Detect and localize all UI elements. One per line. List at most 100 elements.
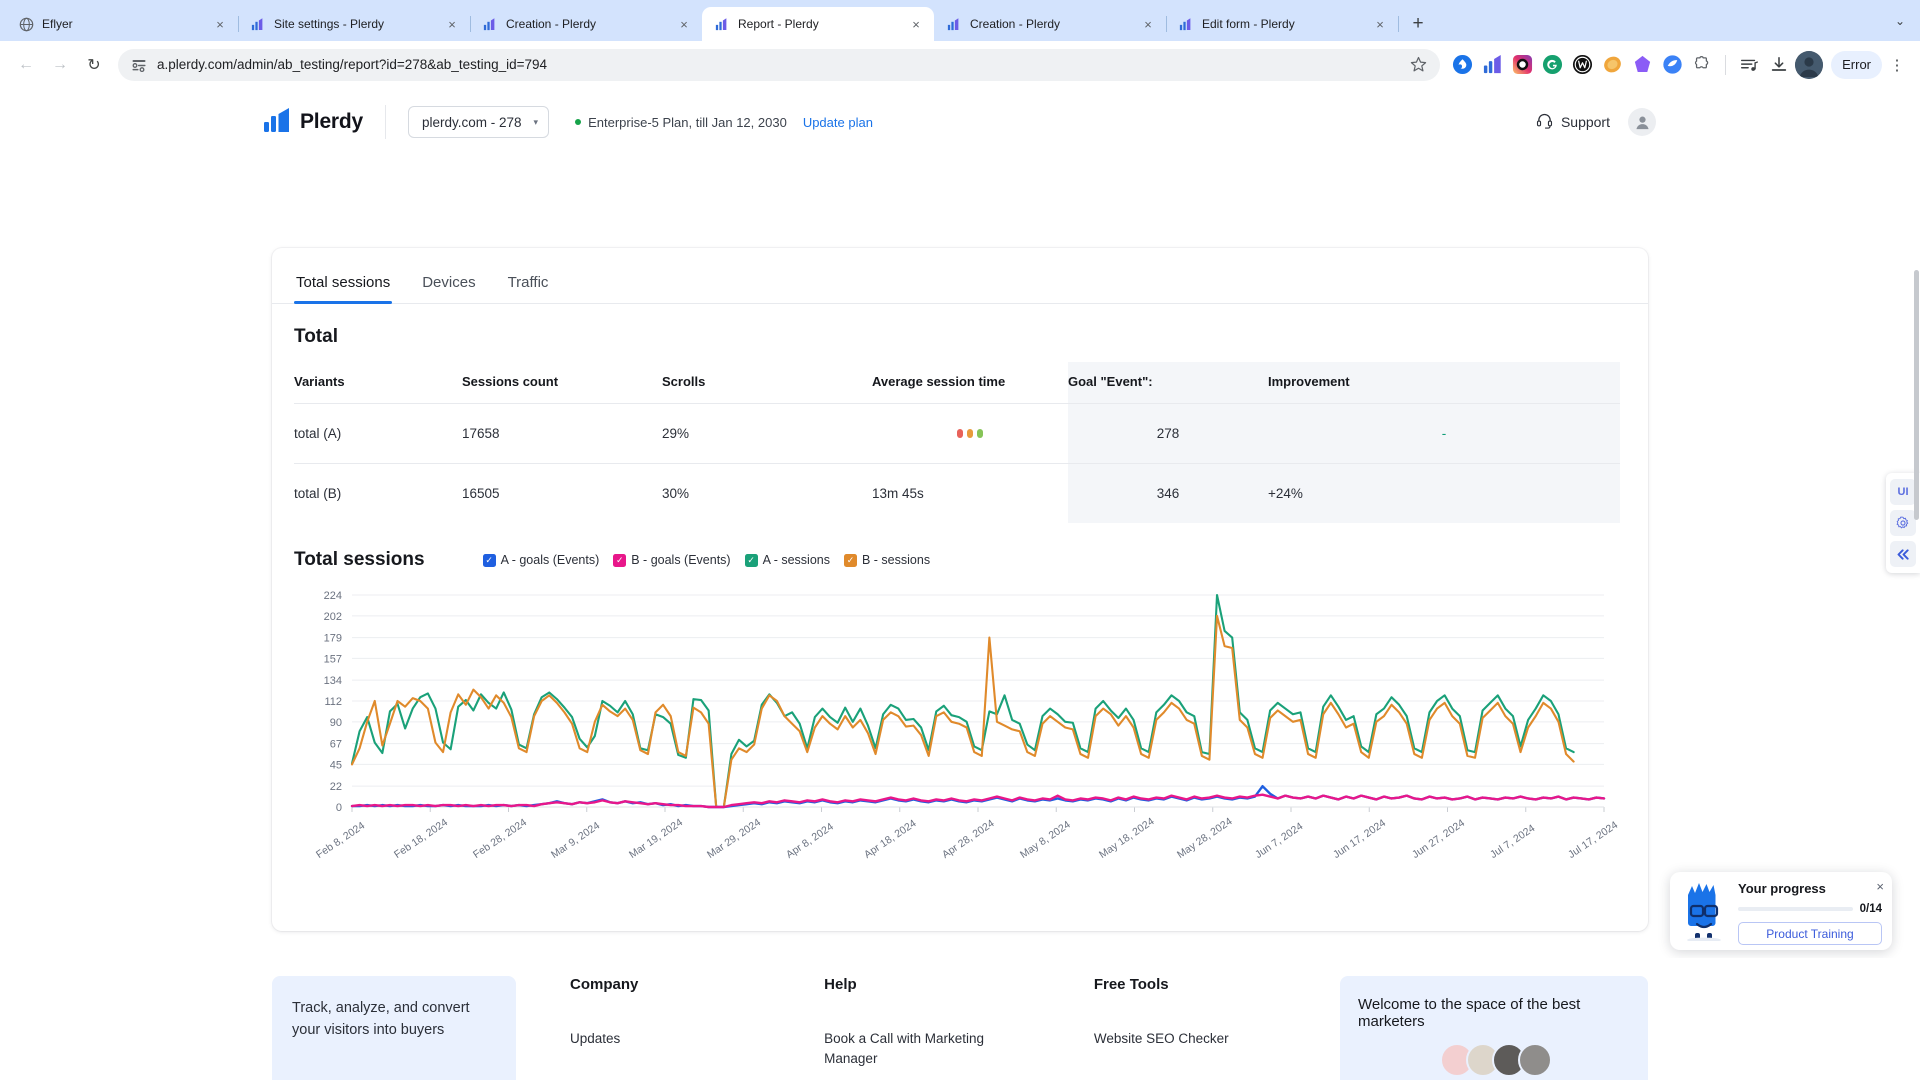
forward-button[interactable]: → bbox=[44, 49, 76, 81]
col-sessions-count: Sessions count bbox=[462, 374, 559, 389]
download-icon[interactable] bbox=[1765, 51, 1793, 79]
report-tabs: Total sessions Devices Traffic bbox=[272, 248, 1648, 304]
svg-text:112: 112 bbox=[324, 696, 342, 708]
browser-menu-icon[interactable]: ⋮ bbox=[1884, 51, 1910, 79]
browser-tab[interactable]: Creation - Plerdy × bbox=[470, 7, 703, 41]
address-bar[interactable]: a.plerdy.com/admin/ab_testing/report?id=… bbox=[118, 48, 1441, 81]
camera-extension-icon[interactable] bbox=[1508, 51, 1536, 79]
plerdy-icon bbox=[250, 16, 266, 32]
footer-link[interactable]: Website SEO Checker bbox=[1094, 1029, 1294, 1049]
totals-table: Variants Sessions count Scrolls Average … bbox=[294, 362, 1620, 523]
legend-item-b-sessions[interactable]: ✓ B - sessions bbox=[843, 553, 931, 567]
cell-improvement: +24% bbox=[1268, 463, 1620, 523]
w-extension-icon[interactable] bbox=[1568, 51, 1596, 79]
browser-tab[interactable]: Site settings - Plerdy × bbox=[238, 7, 471, 41]
tab-close-icon[interactable]: × bbox=[444, 16, 460, 32]
reload-button[interactable]: ↻ bbox=[78, 49, 110, 81]
loading-dots-icon bbox=[957, 429, 983, 438]
support-button[interactable]: Support bbox=[1536, 112, 1610, 132]
error-button[interactable]: Error bbox=[1831, 50, 1882, 79]
back-button[interactable]: ← bbox=[10, 49, 42, 81]
site-info-icon[interactable] bbox=[130, 56, 147, 73]
tab-close-icon[interactable]: × bbox=[908, 16, 924, 32]
user-avatar-icon[interactable] bbox=[1628, 108, 1656, 136]
plerdy-extension-icon[interactable] bbox=[1478, 51, 1506, 79]
purple-extension-icon[interactable] bbox=[1628, 51, 1656, 79]
scrollbar-thumb[interactable] bbox=[1914, 270, 1919, 520]
teal-extension-icon[interactable] bbox=[1658, 51, 1686, 79]
support-label: Support bbox=[1560, 114, 1610, 130]
browser-tab-active[interactable]: Report - Plerdy × bbox=[702, 7, 934, 41]
new-tab-button[interactable]: + bbox=[1404, 10, 1432, 38]
header-divider bbox=[385, 105, 386, 139]
svg-text:22: 22 bbox=[330, 781, 342, 793]
legend-label: B - sessions bbox=[861, 553, 931, 567]
footer-column-help: Help Book a Call with Marketing Manager bbox=[824, 976, 1040, 1080]
plerdy-icon bbox=[482, 16, 498, 32]
tab-title: Eflyer bbox=[42, 17, 73, 31]
cell-improvement: - bbox=[1268, 403, 1620, 464]
legend-item-b-goals[interactable]: ✓ B - goals (Events) bbox=[613, 553, 731, 567]
progress-widget: Your progress × 0/14 Product Training bbox=[1670, 872, 1892, 950]
legend-checkbox[interactable]: ✓ bbox=[613, 553, 627, 567]
cell-scrolls: 30% bbox=[662, 463, 872, 523]
lemon-extension-icon[interactable] bbox=[1598, 51, 1626, 79]
footer-link[interactable]: Updates bbox=[570, 1029, 770, 1049]
svg-text:202: 202 bbox=[324, 611, 342, 623]
legend-checkbox[interactable]: ✓ bbox=[744, 553, 758, 567]
tab-devices[interactable]: Devices bbox=[420, 274, 477, 303]
cell-goal-event: 346 bbox=[1068, 463, 1268, 523]
tab-close-icon[interactable]: × bbox=[676, 16, 692, 32]
plerdy-icon bbox=[946, 16, 962, 32]
svg-text:224: 224 bbox=[324, 590, 342, 602]
tab-strip: Eflyer × Site settings - Plerdy × Creati… bbox=[0, 0, 1920, 41]
legend-item-a-goals[interactable]: ✓ A - goals (Events) bbox=[482, 553, 599, 567]
browser-tab[interactable]: Edit form - Plerdy × bbox=[1166, 7, 1399, 41]
page-footer: Track, analyze, and convert your visitor… bbox=[0, 958, 1920, 1080]
footer-link[interactable]: Book a Call with Marketing Manager bbox=[824, 1029, 1040, 1068]
chevron-down-icon[interactable]: ⌄ bbox=[1886, 7, 1914, 35]
plerdy-logo-icon bbox=[264, 107, 292, 137]
page-scrollbar[interactable] bbox=[1913, 88, 1920, 1080]
tab-title: Site settings - Plerdy bbox=[274, 17, 385, 31]
plerdy-mascot-icon bbox=[1678, 881, 1730, 941]
page-content: Plerdy plerdy.com - 278 ▾ Enterprise-5 P… bbox=[0, 88, 1920, 1080]
grammarly-extension-icon[interactable] bbox=[1538, 51, 1566, 79]
profile-avatar[interactable] bbox=[1795, 50, 1824, 79]
tab-close-icon[interactable]: × bbox=[1140, 16, 1156, 32]
footer-marketers: Welcome to the space of the best markete… bbox=[1339, 976, 1649, 1080]
col-improvement: Improvement bbox=[1268, 362, 1620, 404]
tab-close-icon[interactable]: × bbox=[212, 16, 228, 32]
star-icon[interactable] bbox=[1408, 55, 1428, 75]
browser-tab[interactable]: Eflyer × bbox=[6, 7, 239, 41]
site-selector[interactable]: plerdy.com - 278 ▾ bbox=[408, 106, 550, 138]
drop-extension-icon[interactable] bbox=[1448, 51, 1476, 79]
cell-scrolls: 29% bbox=[662, 403, 872, 464]
legend-item-a-sessions[interactable]: ✓ A - sessions bbox=[744, 553, 830, 567]
legend-checkbox[interactable]: ✓ bbox=[843, 553, 857, 567]
plan-text: Enterprise-5 Plan, till Jan 12, 2030 bbox=[588, 114, 787, 130]
cell-variant: total (B) bbox=[294, 463, 462, 523]
reading-list-icon[interactable] bbox=[1735, 51, 1763, 79]
tab-close-icon[interactable]: × bbox=[1372, 16, 1388, 32]
update-plan-link[interactable]: Update plan bbox=[803, 115, 873, 130]
tab-title: Report - Plerdy bbox=[738, 17, 819, 31]
cell-variant: total (A) bbox=[294, 403, 462, 464]
browser-tab[interactable]: Creation - Plerdy × bbox=[934, 7, 1167, 41]
col-variants: Variants bbox=[294, 374, 345, 389]
tab-traffic[interactable]: Traffic bbox=[506, 274, 551, 303]
table-row: total (B) 16505 30% 13m 45s 346 +24% bbox=[294, 463, 1620, 523]
chart-x-axis-labels: Feb 8, 2024 Feb 18, 2024 Feb 28, 2024 Mar 9… bbox=[272, 815, 1648, 913]
product-training-button[interactable]: Product Training bbox=[1738, 922, 1882, 945]
puzzle-extension-icon[interactable] bbox=[1688, 51, 1716, 79]
avatar bbox=[1517, 1043, 1552, 1077]
footer-avatars bbox=[1358, 1043, 1630, 1077]
legend-checkbox[interactable]: ✓ bbox=[482, 553, 496, 567]
tab-total-sessions[interactable]: Total sessions bbox=[294, 274, 393, 304]
footer-wrapper: Track, analyze, and convert your visitor… bbox=[272, 958, 1649, 1080]
svg-text:67: 67 bbox=[330, 739, 342, 751]
progress-count: 0/14 bbox=[1859, 903, 1882, 915]
progress-title: Your progress bbox=[1738, 881, 1826, 896]
close-icon[interactable]: × bbox=[1876, 879, 1884, 894]
plerdy-logo[interactable]: Plerdy bbox=[264, 107, 363, 137]
